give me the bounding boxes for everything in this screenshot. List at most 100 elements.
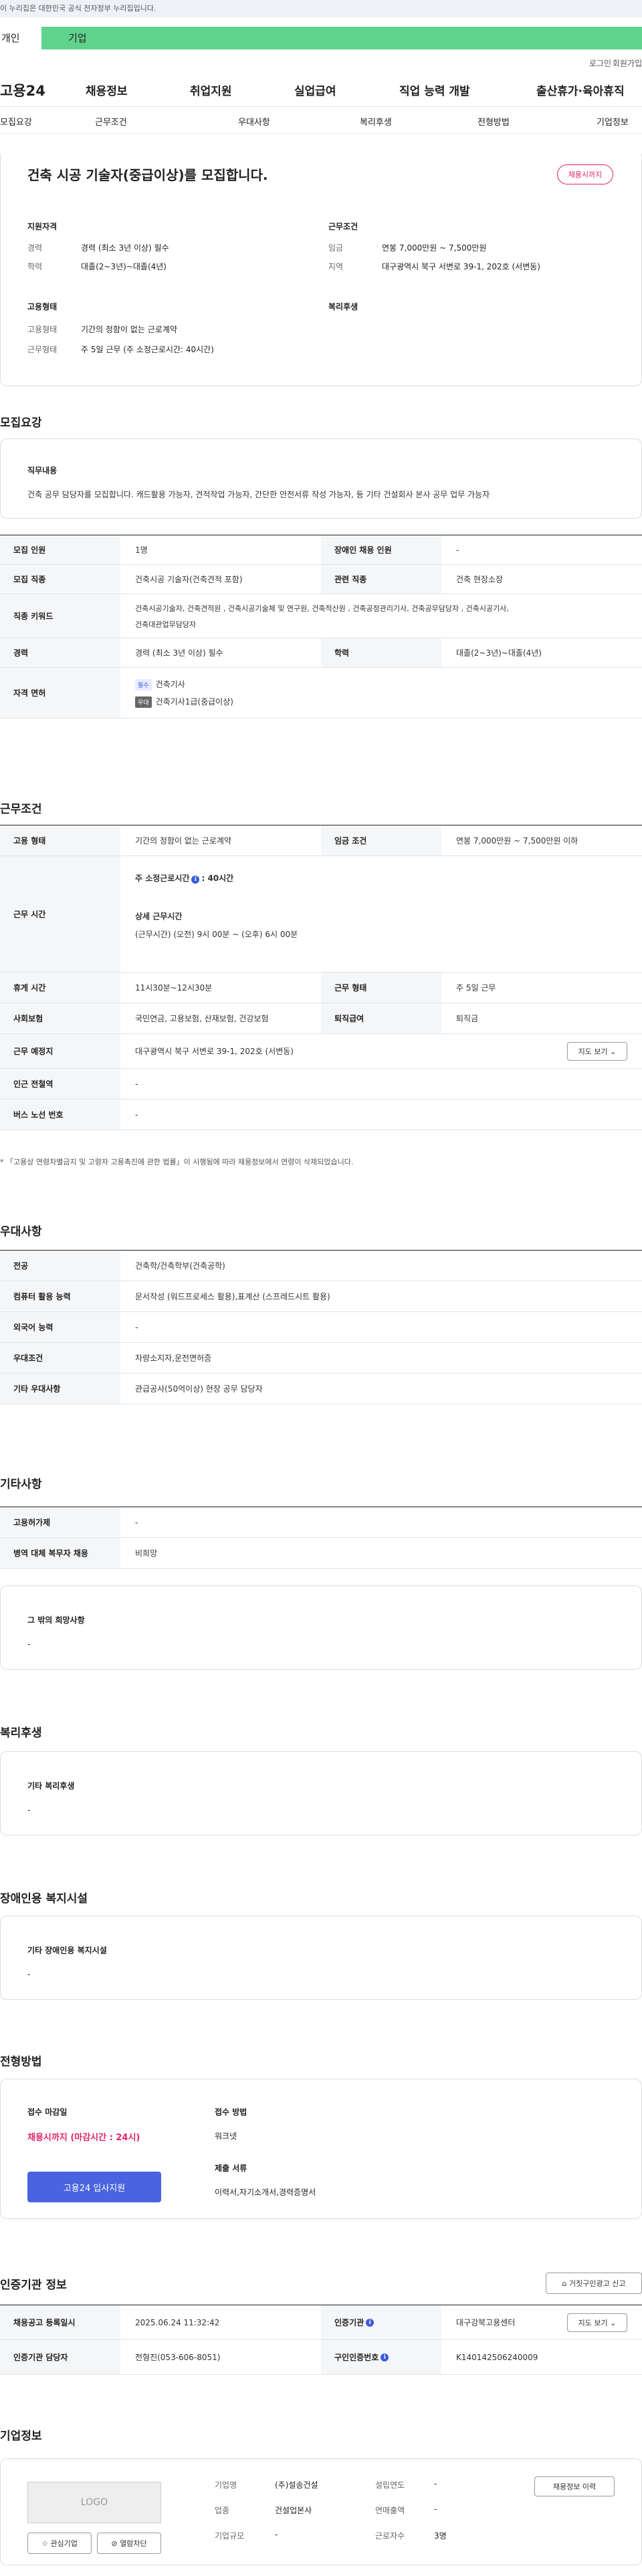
pref-section-title: 우대사항 [0,1225,42,1239]
region-value: 대구광역시 북구 서변로 39-1, 202호 (서변동) [382,262,540,271]
site-logo[interactable]: 고용24 [0,80,45,100]
global-nav: 고용24 채용정보 취업지원 실업급여 직업 능력 개발 출산휴가·육아휴직 [0,70,642,107]
table-row: 전공 건축학/건축학부(건축공학) [0,1251,642,1281]
table-row: 자격 면허 필수 건축기사 우대 건축기사1급(중급이상) [0,668,642,719]
cell-label: 사회보험 [0,1003,120,1033]
method-label: 접수 방법 [215,2107,247,2117]
year-label: 설립연도 [375,2480,405,2490]
table-row: 병역 대체 복무자 채용 비희망 [0,1538,642,1569]
table-row: 기타 우대사항 관급공사(50억이상) 현장 공무 담당자 [0,1374,642,1404]
cell-value: 대구강북고용센터 [456,2318,516,2327]
facility-card-heading: 기타 장애인용 복지시설 [27,1946,107,1955]
join-link[interactable]: 회원가입 [613,57,642,69]
keyword-line-1: 건축시공기술자, 건축견적원 , 건축시공기술체 및 연구원, 건축적산원 , … [135,604,509,613]
cell-label: 채용공고 등록일시 [0,2305,120,2339]
table-row: 휴게 시간 11시30분~12시30분 근무 형태 주 5일 근무 [0,973,642,1003]
cell-value: 경력 (최소 3년 이상) 필수 [135,648,223,658]
report-button[interactable]: ⌂ 거짓구인광고 신고 [546,2273,642,2294]
required-badge: 필수 [135,678,152,690]
section-nav-work[interactable]: 근무조건 [95,115,127,128]
tab-individual[interactable]: 개인 [0,27,41,49]
qualification-heading: 지원자격 [27,222,58,231]
cell-label: 버스 노선 번호 [0,1100,120,1130]
duty-card: 직무내용 건축 공무 담당자를 모집합니다. 캐드활용 가능자, 견적작업 가능… [0,438,642,519]
nav-item-unemployment-benefit[interactable]: 실업급여 [294,82,336,98]
history-button[interactable]: 채용정보 이력 [534,2476,615,2496]
emptype-label: 고용형태 [27,325,58,334]
cell-value: - [135,1110,138,1120]
table-row: 직종 키워드 건축시공기술자, 건축견적원 , 건축시공기술체 및 연구원, 건… [0,594,642,638]
section-nav-recruit[interactable]: 모집요강 [0,115,32,128]
career-label: 경력 [27,243,43,253]
section-nav-welfare[interactable]: 복리후생 [360,115,392,128]
cell-value: 퇴직금 [456,1014,479,1023]
employees-value: 3명 [434,2531,447,2541]
education-label: 학력 [27,262,43,271]
favorite-button-label: 관심기업 [50,2539,78,2548]
company-section-title: 기업정보 [0,2430,42,2443]
cell-label: 외국어 능력 [0,1312,120,1342]
cell-label: 임금 조건 [321,825,441,856]
nav-item-employment-support[interactable]: 취업지원 [190,82,232,98]
size-value: - [275,2530,278,2539]
table-row: 인증기관 담당자 전형진(053-606-8051) 구인인증번호 i K14014… [0,2340,642,2375]
cell-label: 인증기관 i [321,2305,441,2339]
block-button[interactable]: ⊘ 열람차단 [97,2533,161,2554]
report-button-label: 거짓구인광고 신고 [569,2279,626,2288]
home-icon: ⌂ [562,2279,567,2288]
section-nav-process[interactable]: 전형방법 [477,115,510,128]
table-row: 채용공고 등록일시 2025.06.24 11:32:42 인증기관 i 대구강북고… [0,2305,642,2340]
cell-value: 대구광역시 북구 서변로 39-1, 202호 (서변동) [135,1047,294,1056]
num-label: 구인인증번호 [334,2353,379,2362]
cell-label: 인증기관 담당자 [0,2340,120,2374]
welfare-card: 기타 복리후생 - [0,1751,642,1835]
keyword-line-2: 건축대관업무담당자 [135,620,197,629]
cell-value: 기간의 정함이 없는 근로계약 [135,836,231,846]
nav-item-jobs[interactable]: 채용정보 [86,82,128,98]
detail-hours-label: 상세 근무시간 [135,912,183,921]
license-1: 건축기사 [155,679,185,689]
cell-value: 연봉 7,000만원 ~ 7,500만원 이하 [456,836,578,846]
gov-notice-bar: 이 누리집은 대한민국 공식 전자정부 누리집입니다. [0,0,642,17]
cell-value: - [456,545,459,555]
job-title: 건축 시공 기술자(중급이상)를 모집합니다. [27,167,268,183]
year-value: - [434,2479,437,2488]
map-button[interactable]: 지도 보기 ⌄ [567,1042,627,1061]
nav-item-leave[interactable]: 출산휴가·육아휴직 [536,82,625,98]
cell-value: 관급공사(50억이상) 현장 공무 담당자 [135,1384,263,1394]
week-hours-label: 주 소정근로시간 [135,874,190,883]
favorite-button[interactable]: ☆ 관심기업 [27,2533,92,2554]
cell-label: 전공 [0,1251,120,1281]
industry-label: 업종 [215,2506,230,2515]
cell-label: 자격 면허 [0,668,120,718]
info-icon[interactable]: i [191,876,200,884]
cell-label: 우대조건 [0,1343,120,1373]
cell-value: 주 5일 근무 [456,983,496,993]
info-icon[interactable]: i [381,2353,389,2361]
company-card: LOGO ☆ 관심기업 ⊘ 열람차단 기업명 (주)설송건설 설립연도 - 업종… [0,2458,642,2565]
cell-label: 퇴직급여 [321,1003,441,1033]
section-nav-pref[interactable]: 우대사항 [238,115,270,128]
table-row: 컴퓨터 활용 능력 문서작성 (워드프로세스 활용),표계산 (스프레드시트 활용… [0,1281,642,1312]
agency-map-button[interactable]: 지도 보기 ⌄ [567,2313,627,2332]
tab-corporate[interactable]: 기업 [41,27,642,49]
worktype-value: 주 5일 근무 (주 소정근로시간: 40시간) [81,345,214,354]
wish-heading: 그 밖의 희망사항 [27,1616,85,1625]
info-icon[interactable]: i [366,2318,374,2327]
cell-label: 고용허가제 [0,1507,120,1537]
cell-value: 건축 현장소장 [456,575,504,584]
section-nav-company[interactable]: 기업정보 [597,115,629,128]
cell-label: 기타 우대사항 [0,1374,120,1404]
wage-label: 임금 [328,243,344,253]
nav-item-skills[interactable]: 직업 능력 개발 [399,82,470,98]
welfare-card-value: - [27,1805,31,1815]
star-icon: ☆ [41,2539,48,2548]
apply-button[interactable]: 고용24 입사지원 [27,2172,161,2202]
keyword-cell: 건축시공기술자, 건축견적원 , 건축시공기술체 및 연구원, 건축적산원 , … [120,594,509,638]
cell-label: 학력 [321,638,441,667]
login-link[interactable]: 로그인 [589,57,611,69]
cell-value: 건축학/건축학부(건축공학) [135,1261,225,1271]
table-row: 사회보험 국민연금, 고용보험, 산재보험, 건강보험 퇴직급여 퇴직금 [0,1003,642,1034]
table-row: 근무 예정지 대구광역시 북구 서변로 39-1, 202호 (서변동) 지도 보… [0,1034,642,1069]
process-section-title: 전형방법 [0,2055,42,2069]
